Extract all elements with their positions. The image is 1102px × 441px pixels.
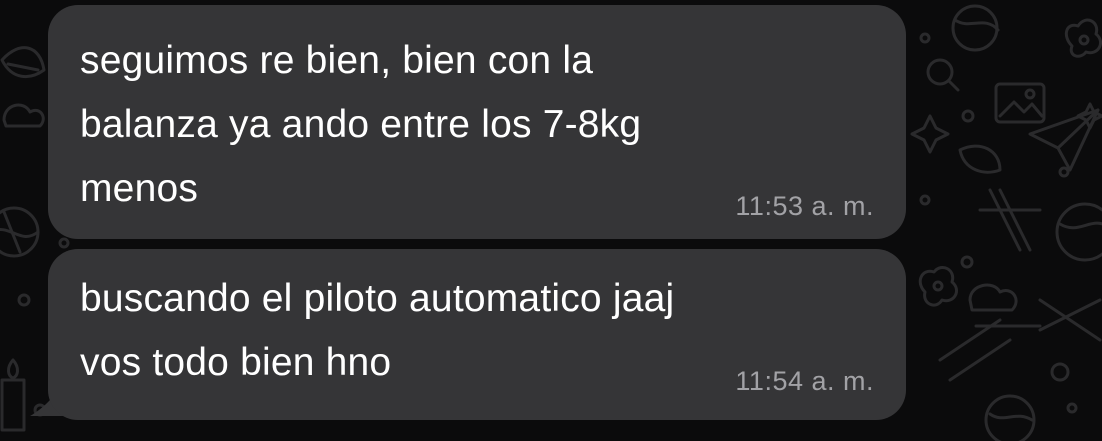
chat-view: seguimos re bien, bien con la balanza ya…	[0, 0, 1102, 441]
message-timestamp: 11:54 a. m.	[735, 366, 874, 396]
message-bubble[interactable]: buscando el piloto automatico jaaj vos t…	[48, 249, 906, 420]
message-text: buscando el piloto automatico jaaj vos t…	[80, 277, 675, 384]
